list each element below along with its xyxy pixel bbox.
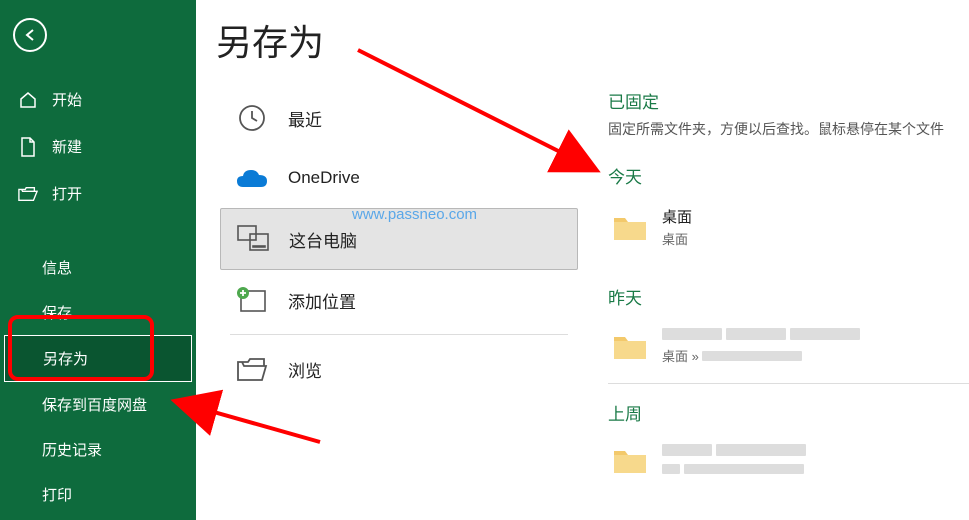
sidebar-item-save-baidu[interactable]: 保存到百度网盘 [0,382,196,427]
folder-open-icon [18,184,38,204]
onedrive-icon [234,160,270,196]
folder-path: 桌面 » [662,346,860,365]
folder-item-blurred[interactable]: 桌面 » [608,319,969,373]
folder-name-blurred [662,443,806,460]
folder-path-blurred [662,462,806,477]
page-title: 另存为 [216,14,324,66]
day-group-today: 今天 [608,163,969,188]
thispc-icon [235,221,271,257]
location-browse[interactable]: 浏览 [220,339,578,399]
folder-text [662,443,806,477]
location-add-place[interactable]: 添加位置 [220,270,578,330]
sidebar-item-home[interactable]: 开始 [0,76,196,123]
location-list: 最近 OneDrive 这台电脑 添加位置 浏览 [220,88,590,520]
browse-folder-icon [234,351,270,387]
folder-item-blurred[interactable] [608,435,969,485]
location-label: 添加位置 [288,288,356,313]
folder-name-blurred [662,327,860,344]
day-group-yesterday: 昨天 [608,284,969,309]
day-group-lastweek: 上周 [608,400,969,425]
watermark-text: www.passneo.com [352,206,477,223]
folder-text: 桌面 桌面 [662,206,692,248]
sidebar-item-save[interactable]: 保存 [0,290,196,335]
folder-icon [612,331,648,361]
folder-icon [612,445,648,475]
pinned-section-title: 已固定 [608,88,969,113]
add-location-icon [234,282,270,318]
sidebar-item-info[interactable]: 信息 [0,245,196,290]
sidebar-item-label: 新建 [52,136,82,157]
recent-folders-panel: 已固定 固定所需文件夹，方便以后查找。鼠标悬停在某个文件 今天 桌面 桌面 昨天… [590,88,969,520]
location-recent[interactable]: 最近 [220,88,578,148]
main-content: 另存为 最近 OneDrive 这台电脑 添加位置 [196,0,969,520]
location-label: 最近 [288,106,322,131]
sidebar-item-label: 开始 [52,89,82,110]
file-icon [18,137,38,157]
location-divider [230,334,568,335]
clock-icon [234,100,270,136]
location-onedrive[interactable]: OneDrive [220,148,578,208]
group-divider [608,383,969,384]
back-button[interactable] [13,18,47,52]
folder-text: 桌面 » [662,327,860,365]
sidebar-item-history[interactable]: 历史记录 [0,427,196,472]
backstage-sidebar: 开始 新建 打开 信息 保存 另存为 保存到百度网盘 历史记录 打印 [0,0,196,520]
sidebar-item-label: 打开 [52,183,82,204]
sidebar-item-print[interactable]: 打印 [0,472,196,517]
location-label: 浏览 [288,357,322,382]
sidebar-item-open[interactable]: 打开 [0,170,196,217]
sidebar-item-new[interactable]: 新建 [0,123,196,170]
location-label: 这台电脑 [289,227,357,252]
folder-item-desktop[interactable]: 桌面 桌面 [608,198,969,256]
sidebar-item-save-as[interactable]: 另存为 [4,335,192,382]
folder-name: 桌面 [662,206,692,227]
pinned-section-subtitle: 固定所需文件夹，方便以后查找。鼠标悬停在某个文件 [608,119,969,139]
folder-icon [612,212,648,242]
folder-path: 桌面 [662,229,692,248]
location-label: OneDrive [288,168,360,188]
home-icon [18,90,38,110]
back-arrow-icon [22,27,38,43]
